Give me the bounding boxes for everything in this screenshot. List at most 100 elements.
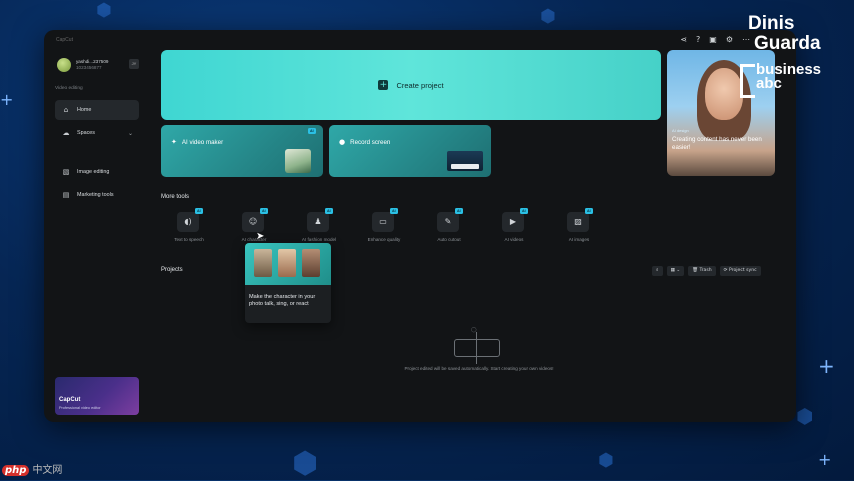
hd-icon: ▭ — [372, 212, 394, 232]
card-label: AI video maker — [181, 138, 224, 146]
card-thumbnail — [285, 149, 311, 173]
tool-label: Text to speech — [174, 237, 204, 242]
promo-title: CapCut — [59, 397, 81, 403]
ai-badge: AI — [585, 208, 593, 214]
tool-ai-images[interactable]: ▨ AI AI images — [551, 208, 607, 252]
share-icon[interactable]: ⋖ — [680, 35, 687, 45]
cloud-icon: ☁ — [62, 129, 70, 137]
promo-banner[interactable]: CapCut Professional video editor — [55, 377, 139, 415]
card-label-row: ✦ AI video maker — [171, 138, 223, 146]
ai-badge: AI — [308, 128, 316, 134]
image-icon: ▨ — [567, 212, 589, 232]
project-toolbar: ⌕ ▦ ⌄ 🗑 Trash ⟳ Project sync — [652, 266, 761, 276]
character-icon: ☺ — [242, 212, 264, 232]
hero-text: Creating content has never been easier! — [672, 136, 762, 151]
tool-enhance-quality[interactable]: ▭ AI Enhance quality — [356, 208, 412, 252]
app-window: CapCut ⋖ ? ▣ ⚙ ⋯ yashdi...237509 1023456… — [44, 30, 796, 422]
tool-label: AI images — [568, 237, 590, 242]
sidebar-item-label: Spaces — [77, 130, 95, 136]
sidebar-item-label: Image editing — [77, 169, 110, 175]
mouse-cursor-icon: ➤ — [256, 231, 265, 242]
tool-ai-videos[interactable]: ▶ AI AI videos — [486, 208, 542, 252]
plus-decoration: + — [818, 450, 832, 469]
brand-line: Dinis — [748, 13, 795, 34]
projects-title: Projects — [161, 267, 183, 273]
sidebar-item-image-editing[interactable]: ▧ Image editing — [55, 162, 139, 182]
sidebar-item-home[interactable]: ⌂ Home — [55, 100, 139, 120]
empty-state-text: Project edited will be saved automatical… — [404, 366, 554, 371]
ai-badge: AI — [260, 208, 268, 214]
hexagon-decoration: ⬢ — [96, 0, 112, 21]
shirt-icon: ♟ — [307, 212, 329, 232]
account-badge[interactable]: JY — [129, 59, 139, 69]
plus-icon: + — [378, 80, 389, 90]
ai-badge: AI — [455, 208, 463, 214]
sidebar-item-label: Marketing tools — [77, 192, 114, 198]
ai-badge: AI — [390, 208, 398, 214]
app-logo: CapCut — [56, 37, 73, 43]
brand-line: Guarda — [754, 33, 821, 54]
ai-video-maker-card[interactable]: ✦ AI video maker AI — [161, 125, 323, 177]
tooltip-photo — [302, 249, 320, 277]
help-icon[interactable]: ? — [696, 35, 700, 45]
image-icon: ▧ — [62, 168, 70, 176]
avatar[interactable] — [57, 58, 71, 72]
tool-label: Auto cutout — [437, 237, 461, 242]
layout-icon[interactable]: ▣ — [709, 35, 717, 45]
brand-mark — [740, 64, 755, 98]
hexagon-decoration: ⬢ — [292, 446, 319, 481]
card-thumbnail — [447, 151, 483, 171]
empty-state-illustration — [454, 332, 500, 364]
speech-icon: ◖) — [177, 212, 199, 232]
trash-button[interactable]: 🗑 Trash — [688, 266, 716, 276]
sidebar-item-label: Home — [77, 107, 92, 113]
tool-label: AI character — [241, 237, 267, 242]
project-sync-button[interactable]: ⟳ Project sync — [719, 266, 761, 276]
account-switcher[interactable]: yashdi...237509 1023456877 JY — [57, 55, 139, 75]
eraser-icon: ✎ — [437, 212, 459, 232]
card-label-row: ● Record screen — [339, 138, 390, 146]
hexagon-decoration: ⬢ — [796, 404, 814, 428]
ai-badge: AI — [325, 208, 333, 214]
hexagon-decoration: ⬢ — [540, 6, 556, 27]
trash-label: Trash — [699, 268, 712, 273]
watermark-cn: 中文网 — [32, 465, 63, 476]
hexagon-decoration: ⬢ — [598, 450, 614, 471]
account-id: 1023456877 — [76, 65, 102, 70]
search-icon[interactable]: ⌕ — [652, 266, 663, 276]
tooltip-image — [245, 243, 331, 285]
create-project-label: Create project — [396, 80, 444, 90]
card-label: Record screen — [350, 138, 391, 146]
watermark: php 中文网 — [2, 461, 62, 476]
record-screen-card[interactable]: ● Record screen — [329, 125, 491, 177]
ai-video-icon: ✦ — [171, 138, 177, 146]
promo-subtitle: Professional video editor — [59, 406, 101, 410]
tooltip-text: Make the character in your photo talk, s… — [249, 294, 316, 307]
ai-badge: AI — [195, 208, 203, 214]
plus-decoration: + — [818, 354, 835, 378]
tool-text-to-speech[interactable]: ◖) AI Text to speech — [161, 208, 217, 252]
settings-icon[interactable]: ⚙ — [726, 35, 733, 45]
sidebar-item-spaces[interactable]: ☁ Spaces ⌄ — [55, 123, 139, 143]
hero-tag: AI design — [672, 128, 689, 133]
tooltip-photo — [278, 249, 296, 277]
view-toggle-icon[interactable]: ▦ ⌄ — [666, 266, 685, 276]
brand-logo: Dinis Guarda business abc — [740, 12, 840, 102]
ai-badge: AI — [520, 208, 528, 214]
chevron-down-icon: ⌄ — [127, 129, 133, 137]
tool-label: Enhance quality — [367, 237, 401, 242]
more-tools-title: More tools — [161, 194, 190, 200]
sidebar-section-label: Video editing — [55, 86, 83, 91]
marketing-icon: ▤ — [62, 191, 70, 199]
title-bar: CapCut ⋖ ? ▣ ⚙ ⋯ — [44, 30, 796, 50]
tool-label: AI videos — [504, 237, 524, 242]
video-icon: ▶ — [502, 212, 524, 232]
plus-decoration: + — [0, 90, 14, 109]
sidebar: yashdi...237509 1023456877 JY Video edit… — [52, 50, 144, 422]
sidebar-item-marketing-tools[interactable]: ▤ Marketing tools — [55, 185, 139, 205]
ai-character-tooltip: Make the character in your photo talk, s… — [245, 243, 331, 323]
tooltip-photo — [254, 249, 272, 277]
brand-line: abc — [756, 75, 782, 92]
create-project-button[interactable]: + Create project — [161, 50, 661, 120]
tool-auto-cutout[interactable]: ✎ AI Auto cutout — [421, 208, 477, 252]
